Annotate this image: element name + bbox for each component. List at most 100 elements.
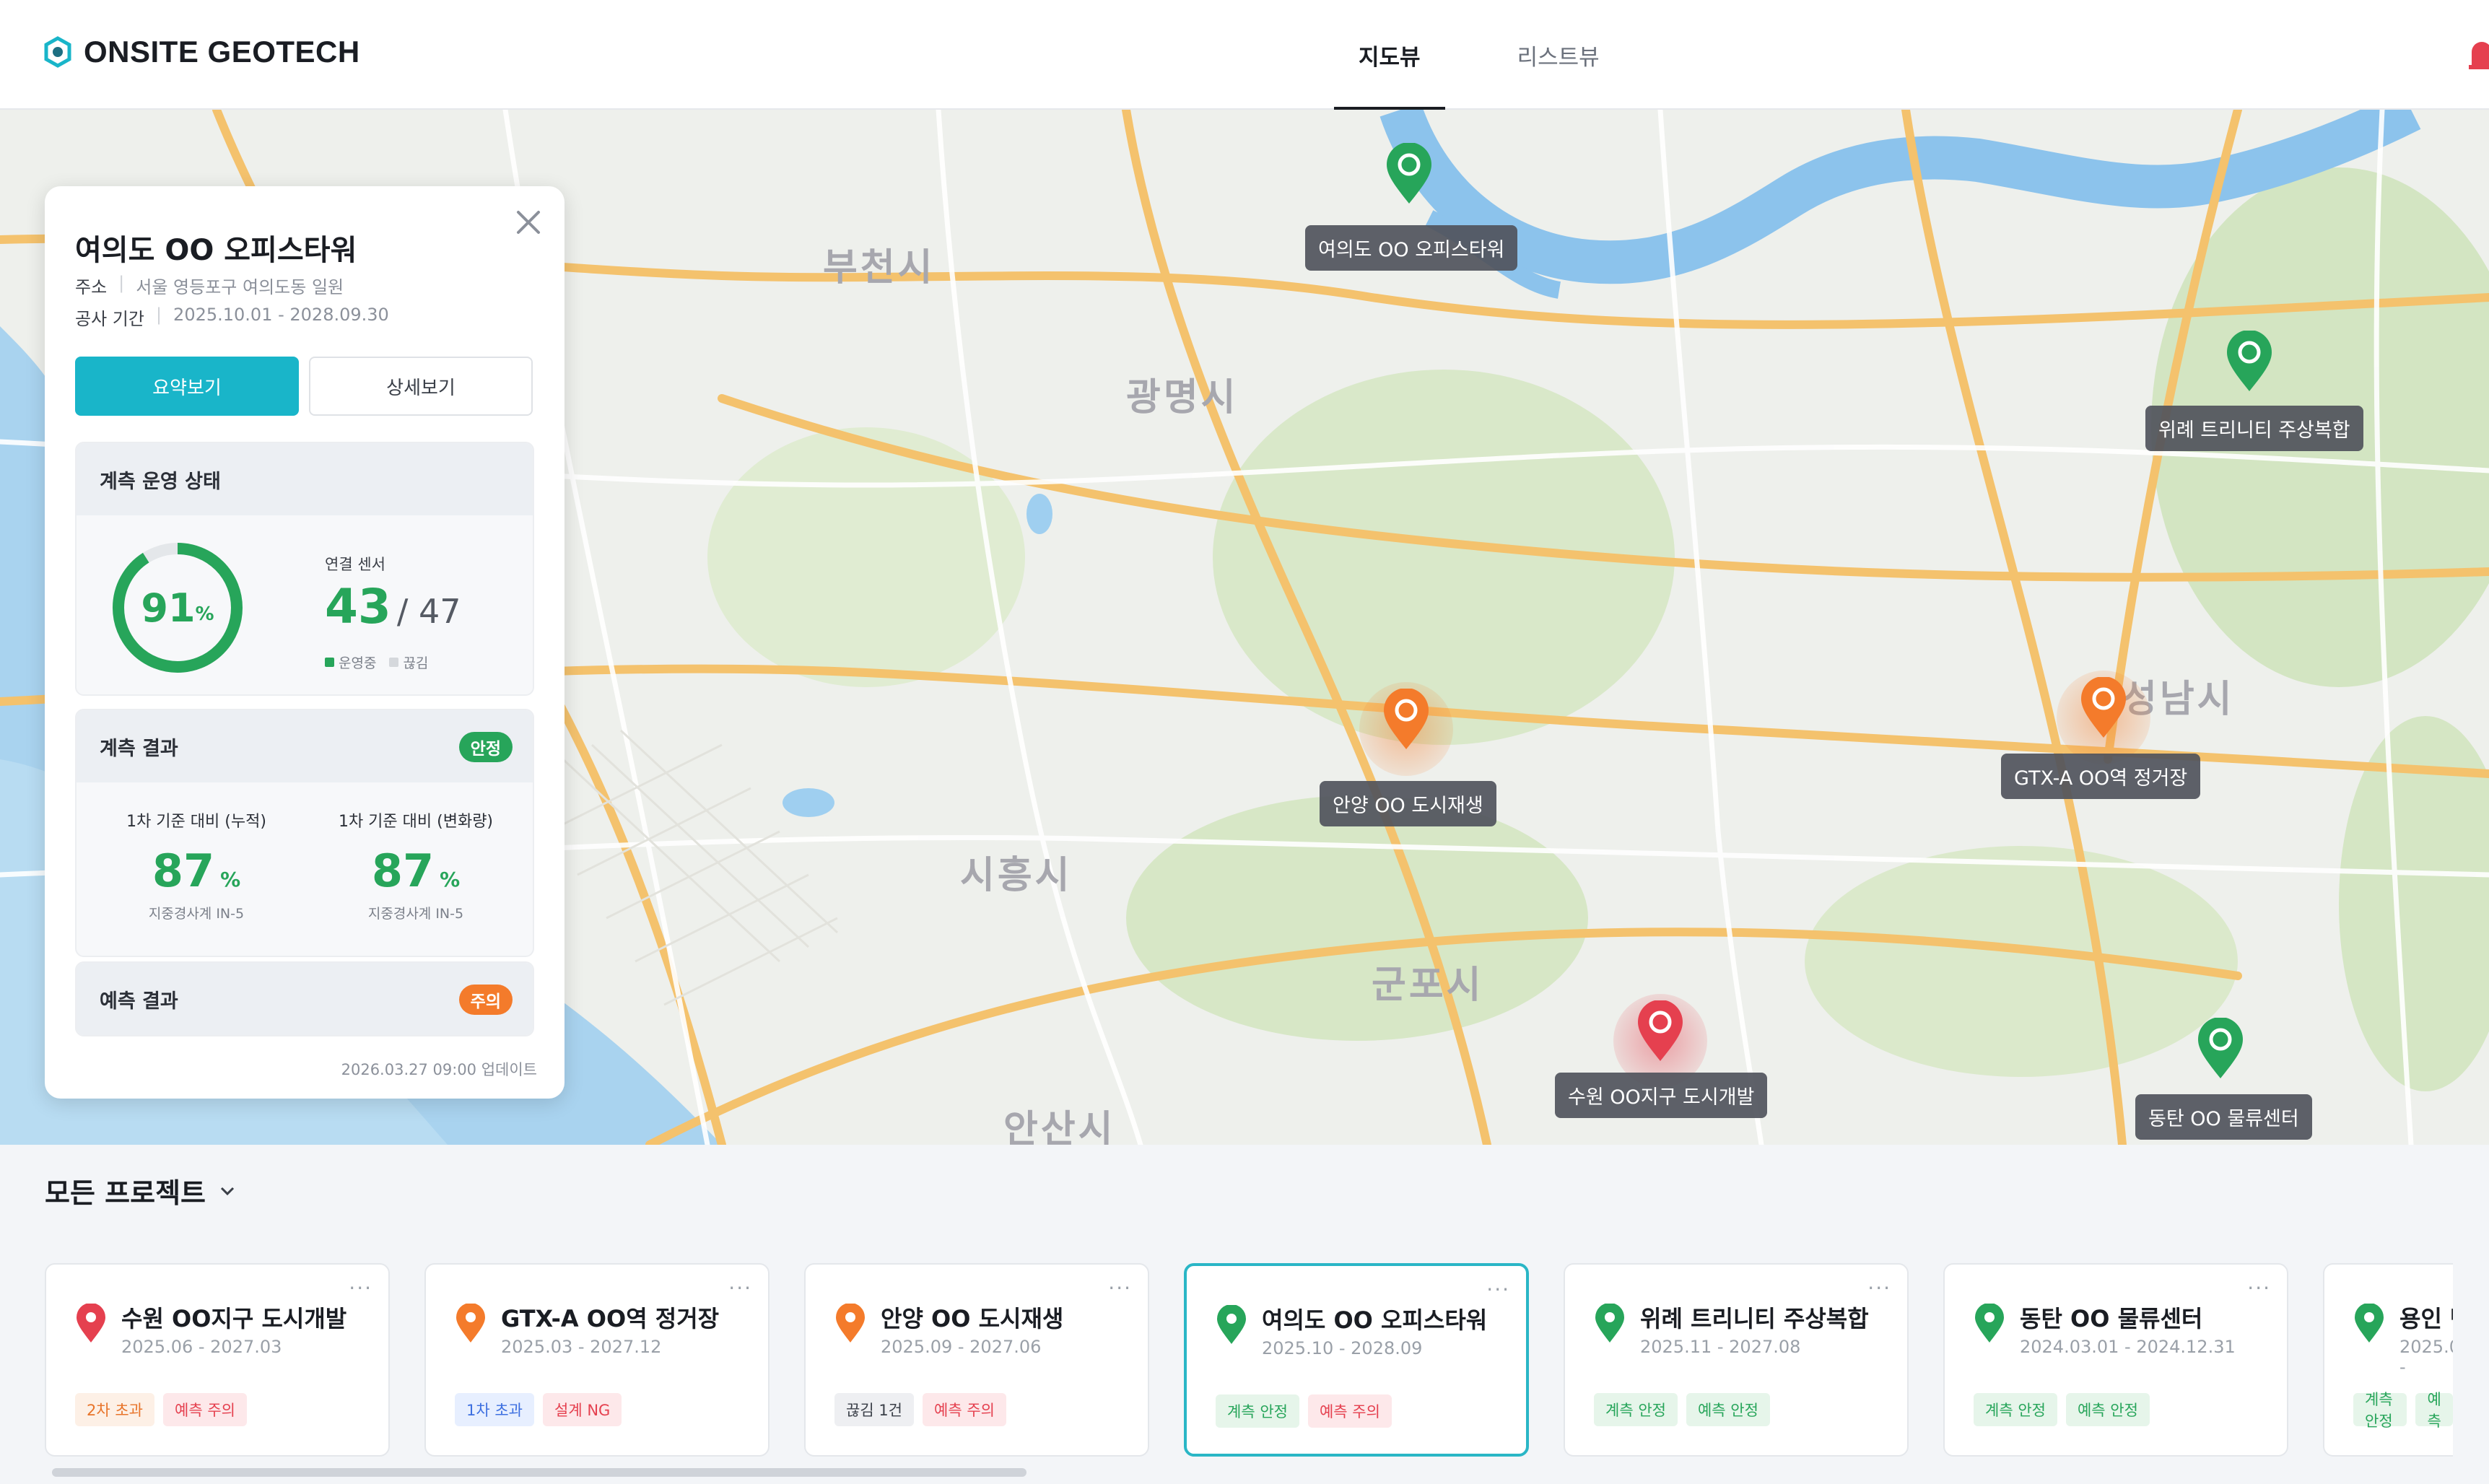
more-icon[interactable]: ··· <box>2247 1276 2271 1300</box>
gauge-value: 91 % <box>107 537 248 678</box>
divider: | <box>118 273 125 293</box>
location-pin-icon[interactable] <box>2195 1018 2246 1080</box>
location-pin-icon <box>456 1304 485 1343</box>
marker-label[interactable]: 수원 OO지구 도시개발 <box>1555 1073 1768 1118</box>
project-card[interactable]: 수원 OO지구 도시개발 2025.06 - 2027.03 ··· 2차 초과… <box>45 1263 390 1457</box>
project-card-selected[interactable]: 여의도 OO 오피스타워 2025.10 - 2028.09 ··· 계측 안정… <box>1184 1263 1529 1457</box>
horizontal-scrollbar[interactable] <box>52 1468 1026 1477</box>
sensor-connected: 43 <box>325 579 391 634</box>
status-tag: 2차 초과 <box>75 1393 154 1426</box>
status-badge: 주의 <box>458 985 513 1015</box>
card-title: 용인 반도 <box>2399 1305 2453 1332</box>
more-icon[interactable]: ··· <box>728 1276 752 1300</box>
sensor-label: 연결 센서 <box>325 556 385 573</box>
card-date: 2025.09 - 2027.06 <box>881 1337 1042 1357</box>
location-pin-icon[interactable] <box>1635 1000 1686 1062</box>
project-card[interactable]: 위례 트리니티 주상복합 2025.11 - 2027.08 ··· 계측 안정… <box>1564 1263 1909 1457</box>
card-tags: 2차 초과 예측 주의 <box>75 1393 247 1426</box>
sensor-total: / 47 <box>396 592 461 631</box>
card-title: 동탄 OO 물류센터 <box>2020 1305 2203 1332</box>
section-title: 계측 결과 안정 <box>77 710 533 782</box>
card-date: 2025.03 - 2027.12 <box>501 1337 662 1357</box>
more-icon[interactable]: ··· <box>1867 1276 1891 1300</box>
status-tag: 계측 안정 <box>1216 1394 1299 1428</box>
period-label: 공사 기간 <box>75 309 144 329</box>
legend-off: 끊김 <box>389 652 428 672</box>
city-label: 광명시 <box>1126 376 1239 419</box>
project-info-panel: 여의도 OO 오피스타워 주소 | 서울 영등포구 여의도동 일원 공사 기간 … <box>45 186 565 1099</box>
status-tag: 예측 주의 <box>1307 1394 1392 1428</box>
marker-label[interactable]: 위례 트리니티 주상복합 <box>2145 406 2363 451</box>
tab-list-view[interactable]: 리스트뷰 <box>1487 0 1630 110</box>
card-title: 위례 트리니티 주상복합 <box>1640 1305 1869 1332</box>
card-date: 2025.10 - 2028.09 <box>1262 1338 1423 1358</box>
ops-status-section: 계측 운영 상태 91 % 연결 센서 43 / 47 운영중 끊김 <box>75 442 534 696</box>
card-date: 2025.11 - 2027.08 <box>1640 1337 1801 1357</box>
view-tabs: 지도뷰 리스트뷰 <box>1328 0 1630 111</box>
brand-name: ONSITE GEOTECH <box>84 35 360 69</box>
marker-label[interactable]: 동탄 OO 물류센터 <box>2135 1094 2312 1140</box>
location-pin-icon[interactable] <box>1384 143 1434 205</box>
card-tags: 계측 안정 예측 안정 <box>1974 1393 2150 1426</box>
location-pin-icon[interactable] <box>1381 689 1431 751</box>
status-tag: 예측 안정 <box>2065 1393 2150 1426</box>
marker-label[interactable]: GTX-A OO역 정거장 <box>2001 754 2201 799</box>
project-card[interactable]: 안양 OO 도시재생 2025.09 - 2027.06 ··· 끊김 1건 예… <box>804 1263 1149 1457</box>
marker-label[interactable]: 여의도 OO 오피스타워 <box>1305 225 1518 271</box>
legend-on: 운영중 <box>325 652 376 672</box>
divider: | <box>155 305 162 325</box>
tab-map-view[interactable]: 지도뷰 <box>1328 0 1451 111</box>
card-tags: 끊김 1건 예측 주의 <box>834 1393 1006 1426</box>
sensor-legend: 운영중 끊김 <box>325 652 428 672</box>
status-tag: 계측 안정 <box>1594 1393 1678 1426</box>
status-badge: 안정 <box>458 732 513 762</box>
status-tag: 끊김 1건 <box>834 1393 914 1426</box>
gauge-percent: 91 <box>141 585 196 631</box>
period-value: 2025.10.01 - 2028.09.30 <box>173 305 389 325</box>
detail-button[interactable]: 상세보기 <box>309 357 533 416</box>
project-card[interactable]: 동탄 OO 물류센터 2024.03.01 - 2024.12.31 ··· 계… <box>1943 1263 2288 1457</box>
location-pin-icon[interactable] <box>2224 331 2275 393</box>
brand[interactable]: ONSITE GEOTECH <box>42 35 360 69</box>
status-tag: 예측 주의 <box>163 1393 247 1426</box>
project-title: 여의도 OO 오피스타워 <box>75 234 357 267</box>
more-icon[interactable]: ··· <box>1486 1278 1510 1301</box>
more-icon[interactable]: ··· <box>1108 1276 1132 1300</box>
card-tags: 1차 초과 설계 NG <box>455 1393 622 1426</box>
card-tags: 계측 안정 예측 주의 <box>1216 1394 1392 1428</box>
project-cards: 수원 OO지구 도시개발 2025.06 - 2027.03 ··· 2차 초과… <box>45 1263 2453 1457</box>
sensor-count: 43 / 47 <box>325 579 461 634</box>
chevron-down-icon <box>220 1187 235 1195</box>
section-title-text: 예측 결과 <box>100 990 178 1013</box>
forecast-result-section[interactable]: 예측 결과 주의 <box>75 961 534 1036</box>
alarm-siren-icon[interactable] <box>2467 36 2489 69</box>
project-card[interactable]: 용인 반도 2025.08 - 계측 안정 예측 <box>2323 1263 2453 1457</box>
card-title: GTX-A OO역 정거장 <box>501 1305 720 1332</box>
card-date: 2024.03.01 - 2024.12.31 <box>2020 1337 2236 1357</box>
address-value: 서울 영등포구 여의도동 일원 <box>136 277 344 297</box>
location-pin-icon <box>1975 1304 2004 1343</box>
more-icon[interactable]: ··· <box>349 1276 372 1300</box>
status-tag: 계측 안정 <box>1974 1393 2057 1426</box>
result-value: 87% <box>152 844 241 897</box>
project-list-area: 모든 프로젝트 수원 OO지구 도시개발 2025.06 - 2027.03 ·… <box>0 1145 2489 1484</box>
status-tag: 계측 안정 <box>2353 1391 2407 1430</box>
status-tag: 1차 초과 <box>455 1393 534 1426</box>
card-title: 수원 OO지구 도시개발 <box>121 1305 347 1332</box>
location-pin-icon <box>1595 1304 1624 1343</box>
project-card[interactable]: GTX-A OO역 정거장 2025.03 - 2027.12 ··· 1차 초… <box>424 1263 770 1457</box>
card-date: 2025.06 - 2027.03 <box>121 1337 282 1357</box>
location-pin-icon[interactable] <box>2078 677 2129 739</box>
location-pin-icon <box>836 1304 865 1343</box>
marker-label[interactable]: 안양 OO 도시재생 <box>1320 781 1496 826</box>
result-cumulative: 1차 기준 대비 (누적) 87% 지중경사계 IN-5 <box>88 808 305 922</box>
close-icon[interactable] <box>508 202 549 243</box>
summary-button[interactable]: 요약보기 <box>75 357 299 416</box>
result-delta: 1차 기준 대비 (변화량) 87% 지중경사계 IN-5 <box>308 808 524 922</box>
project-filter-dropdown[interactable]: 모든 프로젝트 <box>45 1171 239 1210</box>
card-title: 여의도 OO 오피스타워 <box>1262 1306 1488 1334</box>
gauge-unit: % <box>195 603 214 625</box>
result-label: 1차 기준 대비 (누적) <box>126 813 266 831</box>
onsite-logo-icon <box>44 36 71 68</box>
status-tag: 설계 NG <box>543 1393 622 1426</box>
